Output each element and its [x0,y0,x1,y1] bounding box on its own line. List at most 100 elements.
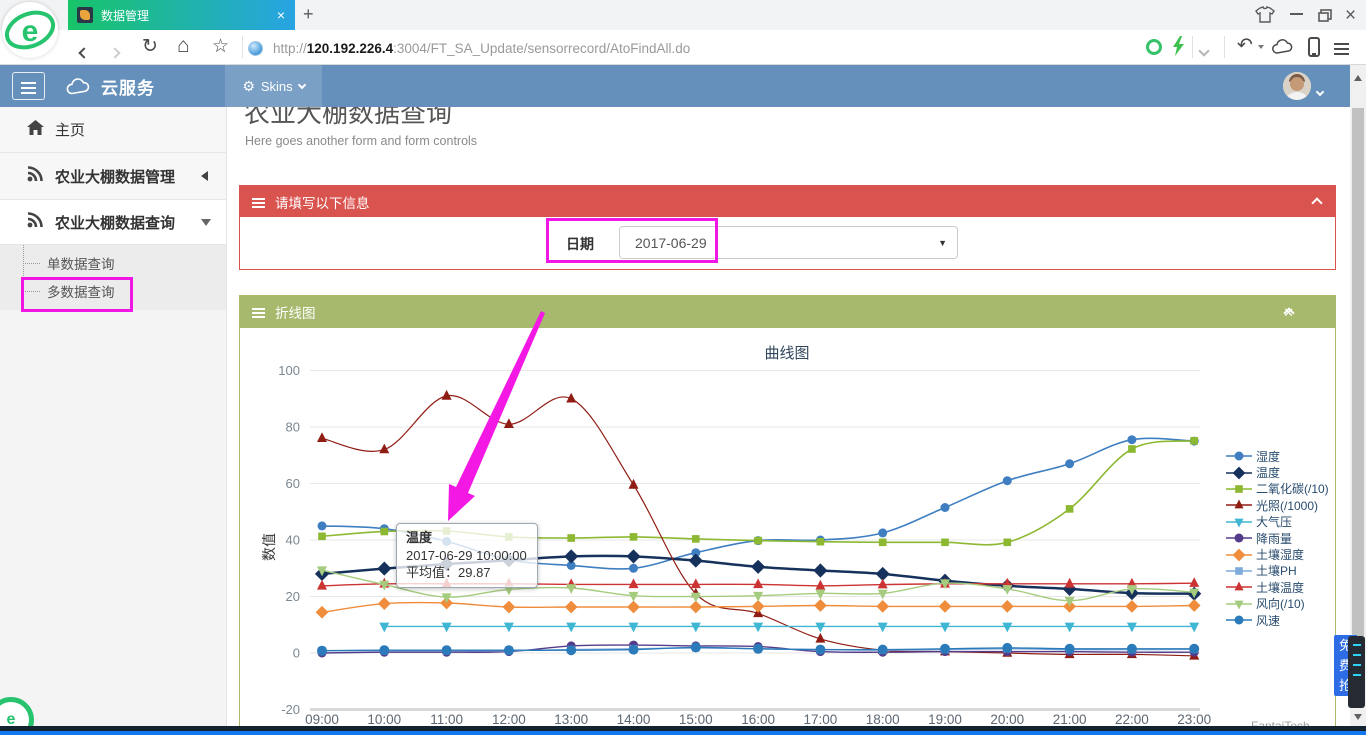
panel-menu-icon[interactable] [252,306,265,318]
legend-item[interactable]: 土壤湿度 [1226,546,1329,562]
svg-text:16:00: 16:00 [741,712,775,727]
tooltip-datetime: 2017-06-29 10:00:00 [406,547,528,565]
brand-label: 云服务 [101,74,155,99]
svg-text:17:00: 17:00 [804,712,838,727]
chart-panel-title: 折线图 [275,302,316,322]
legend-label: 湿度 [1256,448,1280,465]
annotation-box-date [546,218,718,263]
legend-item[interactable]: 二氧化碳(/10) [1226,481,1329,497]
legend-label: 土壤湿度 [1256,546,1304,563]
legend-item[interactable]: 降雨量 [1226,530,1329,546]
legend-label: 风向(/10) [1256,595,1305,612]
legend-label: 大气压 [1256,513,1292,530]
sidebar-toggle-button[interactable] [12,72,45,100]
undo-closed-tab-icon[interactable]: ↶ [1237,34,1253,57]
svg-text:18:00: 18:00 [866,712,900,727]
divider [1224,36,1225,58]
user-menu-chevron-icon[interactable] [1317,82,1323,100]
new-tab-button[interactable]: + [303,4,314,25]
browser-tab[interactable]: 数据管理 × [68,0,295,30]
svg-text:12:00: 12:00 [492,712,526,727]
legend-label: 土壤温度 [1256,579,1304,596]
svg-text:21:00: 21:00 [1053,712,1087,727]
speed-bolt-icon[interactable] [1171,36,1185,61]
refresh-icon[interactable]: ↻ [142,35,158,58]
svg-text:20: 20 [286,589,300,604]
svg-text:60: 60 [286,476,300,491]
sidebar-item-label: 主页 [55,119,85,140]
legend-item[interactable]: 湿度 [1226,448,1329,464]
tab-close-icon[interactable]: × [277,7,285,23]
skin-center-button[interactable] [1255,6,1275,28]
home-icon[interactable]: ⌂ [177,34,190,58]
legend-item[interactable]: 风速 [1226,612,1329,628]
legend-label: 土壤PH [1256,562,1297,579]
sidebar-item-label: 农业大棚数据查询 [55,212,175,233]
forward-button[interactable] [111,41,119,62]
svg-text:80: 80 [286,420,300,435]
legend-item[interactable]: 土壤温度 [1226,579,1329,595]
svg-text:20:00: 20:00 [990,712,1024,727]
chevron-down-icon [297,80,305,88]
svg-text:曲线图: 曲线图 [764,345,809,362]
divider [242,36,243,58]
form-panel-header: 请填写以下信息 [240,186,1335,217]
svg-text:11:00: 11:00 [430,712,463,727]
maximize-button[interactable] [1318,9,1332,26]
side-gadget[interactable] [1348,636,1365,708]
form-panel-title: 请填写以下信息 [275,192,370,212]
sidebar-subitem-single-query[interactable]: 单数据查询 [0,249,226,277]
legend-item[interactable]: 土壤PH [1226,563,1329,579]
tab-favicon-icon [77,7,93,23]
divider [1192,36,1193,58]
menu-hamburger-icon[interactable] [1334,40,1349,55]
skins-menu[interactable]: ⚙ Skins [225,65,322,107]
sidebar-item-data-manage[interactable]: 农业大棚数据管理 [0,153,226,200]
cloud-sync-icon[interactable] [1272,39,1294,60]
gear-icon: ⚙ [242,78,255,95]
avatar-image [1283,72,1311,100]
page-subtitle: Here goes another form and form controls [245,134,477,148]
svg-text:40: 40 [286,533,300,548]
scrollbar-down-arrow[interactable] [1354,714,1362,724]
collapse-chevron-icon[interactable] [1311,197,1322,208]
svg-text:13:00: 13:00 [554,712,588,727]
svg-text:10:00: 10:00 [367,712,401,727]
minimize-button[interactable] [1290,13,1303,15]
browser-logo[interactable]: e [2,2,58,58]
expanded-arrow-icon [201,219,211,231]
legend-label: 温度 [1256,464,1280,481]
scrollbar-up-arrow[interactable] [1354,71,1362,81]
legend-item[interactable]: 光照(/1000) [1226,497,1329,513]
close-window-button[interactable]: × [1345,5,1356,27]
bookmark-star-icon[interactable]: ☆ [212,35,229,58]
brand[interactable]: 云服务 [66,74,155,99]
home-icon [25,120,45,140]
browser-logo-icon: e [2,2,58,58]
extensions-chevron-icon[interactable] [1200,42,1208,60]
panel-menu-icon[interactable] [252,196,265,208]
cloud-icon [66,78,92,95]
scrollbar-thumb[interactable] [1352,108,1364,636]
legend-item[interactable]: 风向(/10) [1226,596,1329,612]
user-avatar[interactable] [1283,72,1311,100]
legend-item[interactable]: 大气压 [1226,514,1329,530]
chart-legend: 湿度温度二氧化碳(/10)光照(/1000)大气压降雨量土壤湿度土壤PH土壤温度… [1226,448,1329,628]
screenshot-aperture-icon[interactable] [1146,39,1162,55]
phone-icon[interactable] [1308,37,1320,57]
svg-text:e: e [22,15,39,48]
sidebar-item-home[interactable]: 主页 [0,107,226,153]
tshirt-icon [1255,6,1275,24]
svg-text:22:00: 22:00 [1115,712,1149,727]
select-arrow-icon: ▼ [938,238,947,248]
url-field[interactable]: http://120.192.226.4:3004/FT_SA_Update/s… [248,36,690,60]
legend-item[interactable]: 温度 [1226,464,1329,480]
series-大气压 [379,623,1199,633]
sidebar-item-data-query[interactable]: 农业大棚数据查询 [0,200,226,245]
back-button[interactable] [80,41,88,62]
undo-dropdown-caret[interactable] [1258,45,1264,52]
sidebar: 主页 农业大棚数据管理 农业大棚数据查询 单数据查询 多数据查询 [0,107,227,735]
legend-label: 风速 [1256,612,1280,629]
svg-text:0: 0 [293,646,300,661]
svg-text:15:00: 15:00 [679,712,713,727]
